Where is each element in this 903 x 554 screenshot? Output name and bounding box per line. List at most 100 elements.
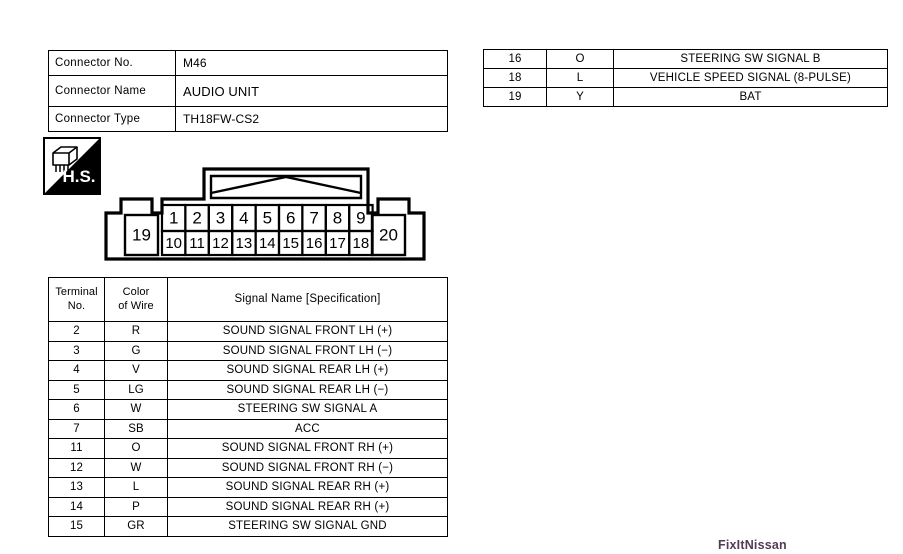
table-row: 6 W STEERING SW SIGNAL A <box>48 399 448 420</box>
connector-name-label: Connector Name <box>48 75 176 107</box>
table-row: 5 LG SOUND SIGNAL REAR LH (−) <box>48 379 448 400</box>
pin-label-20: 20 <box>379 225 398 244</box>
table-row: 14 P SOUND SIGNAL REAR RH (+) <box>48 496 448 517</box>
signal-name: SOUND SIGNAL FRONT LH (−) <box>167 340 448 361</box>
table-row: 11 O SOUND SIGNAL FRONT RH (+) <box>48 438 448 459</box>
header-wire-color-line2: of Wire <box>118 299 154 312</box>
terminal-no: 4 <box>48 360 105 381</box>
terminal-main-table: Terminal No. Color of Wire Signal Name [… <box>48 277 448 537</box>
terminal-no: 13 <box>48 477 105 498</box>
pin-row-bottom: 10 11 12 13 14 15 16 17 18 <box>160 229 374 257</box>
latch-chevron <box>210 175 362 195</box>
diagram-page: Connector No. M46 Connector Name AUDIO U… <box>0 0 903 554</box>
terminal-no: 14 <box>48 496 105 517</box>
pin-label-15: 15 <box>282 235 299 252</box>
wire-color: W <box>104 399 168 420</box>
pin-label-13: 13 <box>236 235 253 252</box>
connector-pin-diagram: 19 20 123456789 10 11 12 13 14 15 16 17 18 <box>104 163 426 261</box>
header-terminal-no-line2: No. <box>67 299 86 312</box>
terminal-no: 6 <box>48 399 105 420</box>
signal-name: STEERING SW SIGNAL GND <box>167 516 448 537</box>
signal-name: STEERING SW SIGNAL B <box>613 49 888 69</box>
wire-color: P <box>104 496 168 517</box>
connector-info-table: Connector No. M46 Connector Name AUDIO U… <box>48 50 448 132</box>
table-row: 4 V SOUND SIGNAL REAR LH (+) <box>48 360 448 381</box>
table-row: Connector No. M46 <box>48 50 448 76</box>
signal-name: SOUND SIGNAL REAR RH (+) <box>167 496 448 517</box>
terminal-no: 16 <box>483 49 547 69</box>
table-row: 2 R SOUND SIGNAL FRONT LH (+) <box>48 321 448 342</box>
pin-label-5: 5 <box>263 208 272 227</box>
table-row: 19 Y BAT <box>483 87 888 107</box>
signal-name: ACC <box>167 418 448 439</box>
terminal-no: 2 <box>48 321 105 342</box>
wire-color: L <box>104 477 168 498</box>
terminal-extra-table: 16 O STEERING SW SIGNAL B 18 L VEHICLE S… <box>483 49 888 107</box>
table-row: 15 GR STEERING SW SIGNAL GND <box>48 516 448 537</box>
signal-name: SOUND SIGNAL REAR RH (+) <box>167 477 448 498</box>
wire-color: W <box>104 457 168 478</box>
table-row: Connector Type TH18FW-CS2 <box>48 106 448 132</box>
signal-name: SOUND SIGNAL REAR LH (+) <box>167 360 448 381</box>
terminal-no: 12 <box>48 457 105 478</box>
pin-label-1: 1 <box>169 208 178 227</box>
header-signal-name: Signal Name [Specification] <box>167 277 448 322</box>
wire-color: SB <box>104 418 168 439</box>
header-wire-color-line1: Color <box>122 285 150 298</box>
wire-color: Y <box>546 87 614 107</box>
wire-color: L <box>546 68 614 88</box>
terminal-main-body: 2 R SOUND SIGNAL FRONT LH (+) 3 G SOUND SIGNA… <box>48 321 448 537</box>
table-row: 16 O STEERING SW SIGNAL B <box>483 49 888 69</box>
pin-label-9: 9 <box>356 208 365 227</box>
terminal-no: 3 <box>48 340 105 361</box>
wire-color: O <box>104 438 168 459</box>
signal-name: BAT <box>613 87 888 107</box>
signal-name: SOUND SIGNAL FRONT RH (+) <box>167 438 448 459</box>
pin-label-10: 10 <box>165 235 182 252</box>
pin-label-18: 18 <box>353 235 370 252</box>
terminal-no: 15 <box>48 516 105 537</box>
table-row: 3 G SOUND SIGNAL FRONT LH (−) <box>48 340 448 361</box>
terminal-no: 19 <box>483 87 547 107</box>
table-row: 12 W SOUND SIGNAL FRONT RH (−) <box>48 457 448 478</box>
pin-diagram-svg: 19 20 123456789 10 11 12 13 14 15 16 17 18 <box>104 167 426 261</box>
signal-name: SOUND SIGNAL REAR LH (−) <box>167 379 448 400</box>
terminal-no: 18 <box>483 68 547 88</box>
terminal-no: 7 <box>48 418 105 439</box>
pin-label-17: 17 <box>329 235 346 252</box>
wire-color: GR <box>104 516 168 537</box>
connector-type-value: TH18FW-CS2 <box>175 106 448 132</box>
pin-label-3: 3 <box>216 208 225 227</box>
terminal-no: 11 <box>48 438 105 459</box>
pin-row-top: 123456789 <box>160 203 374 233</box>
table-row: Connector Name AUDIO UNIT <box>48 75 448 107</box>
header-wire-color: Color of Wire <box>104 277 168 322</box>
hs-badge-label: H.S. <box>62 167 95 186</box>
wire-color: R <box>104 321 168 342</box>
pin-label-19: 19 <box>132 225 151 244</box>
header-terminal-no-line1: Terminal <box>55 285 98 298</box>
connector-name-value: AUDIO UNIT <box>175 75 448 107</box>
wire-color: G <box>104 340 168 361</box>
pin-label-7: 7 <box>309 208 318 227</box>
pin-label-6: 6 <box>286 208 295 227</box>
signal-name: SOUND SIGNAL FRONT RH (−) <box>167 457 448 478</box>
header-terminal-no: Terminal No. <box>48 277 105 322</box>
connector-no-label: Connector No. <box>48 50 176 76</box>
wire-color: V <box>104 360 168 381</box>
pin-label-11: 11 <box>189 235 205 252</box>
wire-color: O <box>546 49 614 69</box>
pin-label-2: 2 <box>192 208 201 227</box>
signal-name: VEHICLE SPEED SIGNAL (8-PULSE) <box>613 68 888 88</box>
connector-no-value: M46 <box>175 50 448 76</box>
signal-name: SOUND SIGNAL FRONT LH (+) <box>167 321 448 342</box>
hs-badge-icon: H.S. <box>43 137 101 195</box>
pin-label-8: 8 <box>333 208 342 227</box>
pin-label-12: 12 <box>212 235 229 252</box>
connector-type-label: Connector Type <box>48 106 176 132</box>
table-row: 13 L SOUND SIGNAL REAR RH (+) <box>48 477 448 498</box>
pin-label-16: 16 <box>306 235 323 252</box>
table-row: 7 SB ACC <box>48 418 448 439</box>
site-watermark: FixItNissan <box>718 538 787 552</box>
pin-label-4: 4 <box>239 208 248 227</box>
